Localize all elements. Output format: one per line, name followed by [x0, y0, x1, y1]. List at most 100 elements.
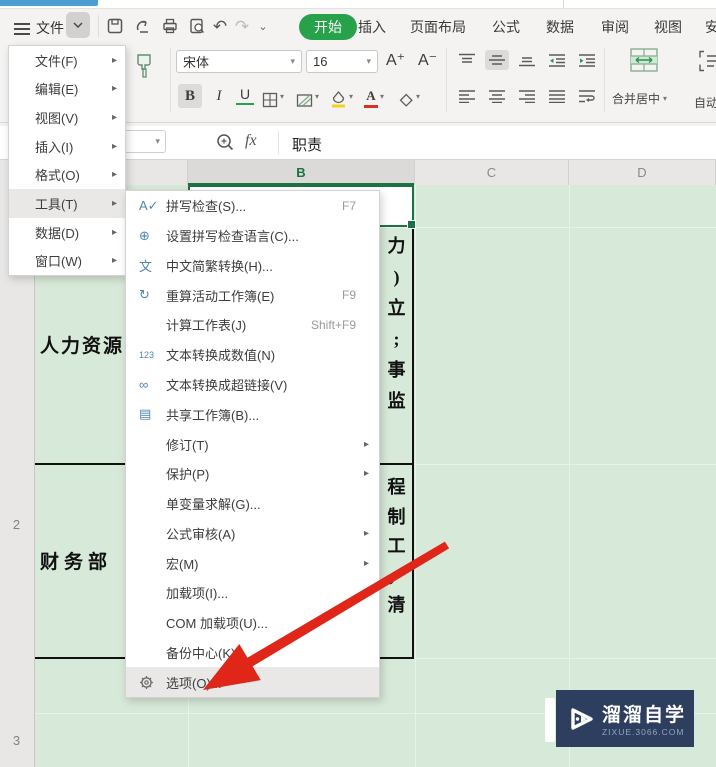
font-size-value: 16	[313, 54, 328, 69]
auto-wrap-button[interactable]	[698, 50, 716, 77]
submenu-item-goal-seek[interactable]: 单变量求解(G)...	[126, 489, 379, 519]
undo-button[interactable]: ↶	[209, 15, 231, 37]
tab-home[interactable]: 开始	[299, 14, 357, 40]
wrap-text-button[interactable]	[575, 86, 599, 106]
auto-label-fragment[interactable]: 自动	[694, 94, 716, 111]
underline-button[interactable]: U	[236, 84, 254, 105]
bold-button[interactable]: B	[178, 84, 202, 108]
file-menu-button[interactable]: 文件	[36, 18, 64, 38]
column-header-b[interactable]: B	[188, 160, 415, 185]
font-color-button[interactable]: A ▾	[364, 84, 384, 108]
tab-review[interactable]: 审阅	[601, 14, 629, 40]
increase-indent-button[interactable]	[575, 50, 599, 70]
submenu-item-backup-center[interactable]: 备份中心(K)	[126, 637, 379, 667]
menu-item-insert[interactable]: 插入(I) ▸	[9, 132, 125, 161]
increase-font-button[interactable]: A⁺	[386, 50, 405, 70]
tab-formulas[interactable]: 公式	[492, 14, 520, 40]
fill-handle[interactable]	[407, 220, 416, 229]
menu-item-data[interactable]: 数据(D) ▸	[9, 218, 125, 247]
column-header-c[interactable]: C	[415, 160, 569, 185]
wrap-text-icon	[579, 90, 595, 103]
file-menu-chevron-button[interactable]	[66, 12, 90, 38]
menu-item-tools[interactable]: 工具(T) ▸	[9, 189, 125, 218]
tab-data[interactable]: 数据	[546, 14, 574, 40]
submenu-item-protect[interactable]: 保护(P) ▸	[126, 459, 379, 489]
decrease-font-button[interactable]: A⁻	[418, 50, 437, 70]
submenu-item-macro[interactable]: 宏(M) ▸	[126, 548, 379, 578]
cell-b2-text-fragment[interactable]: 力 ) 立 ; 事 监	[380, 231, 413, 417]
submenu-item-revisions[interactable]: 修订(T) ▸	[126, 429, 379, 459]
align-top-button[interactable]	[455, 50, 479, 70]
merge-center-button[interactable]	[630, 48, 658, 77]
align-bottom-button[interactable]	[515, 50, 539, 70]
submenu-item-share-workbook[interactable]: ▤ 共享工作簿(B)...	[126, 399, 379, 429]
fill-color-button[interactable]: ▾	[330, 84, 353, 108]
align-left-button[interactable]	[455, 86, 479, 106]
submenu-item-calculate-sheet[interactable]: 计算工作表(J) Shift+F9	[126, 310, 379, 340]
row-header-3[interactable]: 3	[0, 733, 33, 748]
italic-button[interactable]: I	[210, 84, 228, 108]
submenu-arrow-icon: ▸	[111, 140, 117, 152]
chevron-down-icon: ▾	[663, 94, 668, 103]
export-pdf-button[interactable]	[132, 15, 154, 37]
font-size-select[interactable]: 16 ▾	[306, 50, 378, 73]
hamburger-menu-icon[interactable]	[14, 23, 30, 35]
wps-spreadsheet-window: 文件 ↶ ↷ ⌄ 开始 插入 页面布局 公式 数据 审阅 视图 安 式刷	[0, 0, 716, 767]
formula-value[interactable]: 职责	[292, 134, 322, 155]
column-header-d[interactable]: D	[569, 160, 716, 185]
decrease-indent-button[interactable]	[545, 50, 569, 70]
customize-toolbar-chevron[interactable]: ⌄	[252, 15, 274, 37]
gridline	[569, 185, 570, 767]
zoom-formula-icon[interactable]	[216, 133, 236, 153]
menu-item-file[interactable]: 文件(F) ▸	[9, 46, 125, 75]
submenu-item-addins[interactable]: 加载项(I)...	[126, 578, 379, 608]
tab-page-layout[interactable]: 页面布局	[410, 14, 466, 40]
borders-button[interactable]: ▾	[262, 84, 284, 108]
submenu-item-recalculate-workbook[interactable]: ↻ 重算活动工作簿(E) F9	[126, 280, 379, 310]
group-separator	[446, 48, 447, 112]
align-center-button[interactable]	[485, 86, 509, 106]
cell-b3-text-fragment[interactable]: 程 制 工 ， 清	[380, 473, 413, 621]
align-middle-button[interactable]	[485, 50, 509, 70]
format-painter-icon[interactable]	[132, 52, 158, 80]
align-right-button[interactable]	[515, 86, 539, 106]
tab-view[interactable]: 视图	[654, 14, 682, 40]
font-name-value: 宋体	[183, 55, 210, 70]
tab-security[interactable]: 安	[705, 14, 716, 40]
submenu-item-options[interactable]: 选项(O)...	[126, 667, 379, 698]
menu-item-window[interactable]: 窗口(W) ▸	[9, 246, 125, 275]
justify-button[interactable]	[545, 86, 569, 106]
submenu-item-formula-audit[interactable]: 公式审核(A) ▸	[126, 518, 379, 548]
align-bottom-icon	[519, 57, 535, 67]
shading-button[interactable]: ▾	[296, 84, 319, 108]
print-button[interactable]	[159, 15, 181, 37]
tab-insert[interactable]: 插入	[358, 14, 386, 40]
row-header-2[interactable]: 2	[0, 517, 33, 532]
print-preview-button[interactable]	[186, 15, 208, 37]
submenu-item-spellcheck[interactable]: A✓ 拼写检查(S)... F7	[126, 191, 379, 221]
menu-item-edit[interactable]: 编辑(E) ▸	[9, 75, 125, 104]
submenu-arrow-icon: ▸	[111, 112, 117, 124]
active-document-tab[interactable]	[0, 0, 98, 6]
menu-item-view[interactable]: 视图(V) ▸	[9, 103, 125, 132]
group-separator	[604, 48, 605, 112]
merge-center-label[interactable]: 合并居中 ▾	[612, 90, 667, 107]
font-name-select[interactable]: 宋体 ▾	[176, 50, 302, 73]
submenu-arrow-icon: ▸	[111, 169, 117, 181]
save-button[interactable]	[104, 15, 126, 37]
group-separator	[170, 48, 171, 112]
share-workbook-icon: ▤	[139, 406, 152, 422]
submenu-item-text-to-hyperlink[interactable]: ∞ 文本转换成超链接(V)	[126, 370, 379, 400]
fx-label[interactable]: fx	[245, 132, 257, 150]
submenu-item-chinese-conversion[interactable]: 文中文简繁转换(H)...	[126, 251, 379, 281]
cell-a2[interactable]: 人力资源	[40, 331, 124, 358]
redo-button[interactable]: ↷	[231, 15, 253, 37]
eraser-button[interactable]: ▾	[398, 84, 420, 108]
menu-item-format[interactable]: 格式(O) ▸	[9, 161, 125, 190]
window-tab-strip	[0, 0, 716, 9]
submenu-item-spellcheck-language[interactable]: ⊕ 设置拼写检查语言(C)...	[126, 221, 379, 251]
submenu-item-text-to-number[interactable]: 123 文本转换成数值(N)	[126, 340, 379, 370]
cell-a3[interactable]: 财务部	[40, 547, 112, 574]
font-color-swatch	[364, 105, 378, 108]
submenu-item-com-addins[interactable]: COM 加载项(U)...	[126, 608, 379, 638]
